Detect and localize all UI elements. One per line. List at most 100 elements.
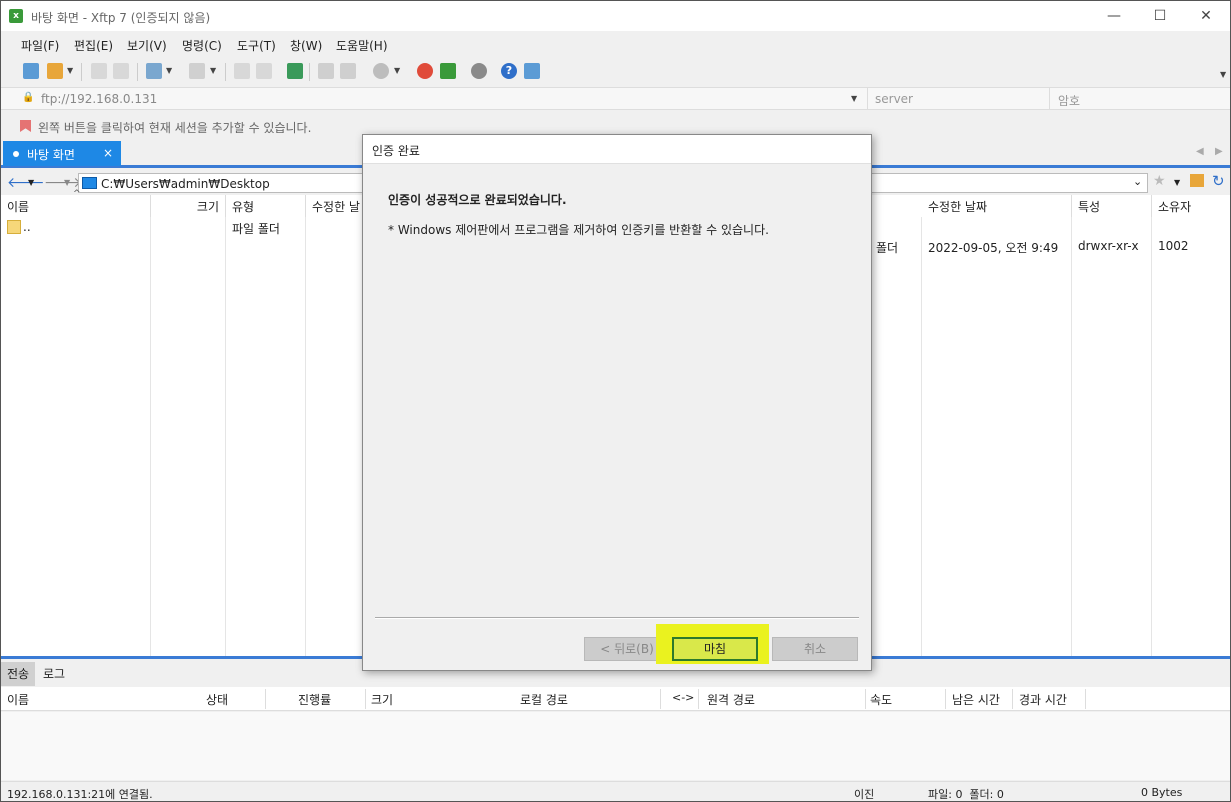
tab-scroll-left-icon[interactable]: ◀ — [1196, 146, 1204, 157]
dialog-title: 인증 완료 — [372, 144, 420, 158]
tab-log[interactable]: 로그 — [37, 662, 71, 686]
menu-edit[interactable]: 편집(E) — [74, 37, 113, 54]
remote-col-attr[interactable]: 특성 — [1072, 195, 1152, 217]
col-label: 수정한 날 — [312, 200, 360, 214]
remote-path-input[interactable]: ⌄ — [870, 173, 1148, 193]
app-window: x 바탕 화면 - Xftp 7 (인증되지 않음) — ☐ ✕ 파일(F) 편… — [0, 0, 1231, 802]
sort-up-icon: ^ — [73, 189, 81, 199]
dialog-separator — [375, 617, 859, 619]
upload-icon[interactable] — [234, 63, 250, 79]
xshell-icon[interactable] — [417, 63, 433, 79]
local-path-text: C:₩Users₩admin₩Desktop — [101, 177, 270, 191]
chevron-down-icon[interactable]: ▼ — [1174, 178, 1180, 187]
connection-status: 192.168.0.131:21에 연결됨. — [7, 788, 153, 801]
new-session-icon[interactable] — [23, 63, 39, 79]
chevron-down-icon[interactable]: ▼ — [210, 66, 216, 75]
menu-tools[interactable]: 도구(T) — [237, 37, 276, 54]
dialog-title-bar: 인증 완료 — [363, 135, 871, 164]
xftp-icon[interactable] — [440, 63, 456, 79]
table-row[interactable]: 폴더 2022-09-05, 오전 9:49 drwxr-xr-x 1002 — [870, 237, 1230, 257]
transfer-header: 이름 상태 진행률 크기 로컬 경로 <-> 원격 경로 속도 남은 시간 경과… — [1, 687, 1230, 711]
row-type: 파일 폴더 — [232, 222, 280, 236]
local-col-modified[interactable]: 수정한 날 — [306, 195, 362, 217]
menu-help[interactable]: 도움말(H) — [336, 37, 388, 54]
transfer-col-size[interactable]: 크기 — [371, 691, 393, 708]
menu-command[interactable]: 명령(C) — [182, 37, 222, 54]
menu-window[interactable]: 창(W) — [290, 37, 322, 54]
address-bar: 🔒 ftp://192.168.0.131 ▼ server 암호 — [1, 87, 1230, 110]
row-name: .. — [23, 220, 31, 234]
password-input[interactable]: 암호 — [1058, 92, 1080, 109]
remote-col-owner[interactable]: 소유자 — [1152, 195, 1230, 217]
path-dropdown-icon[interactable]: ⌄ — [1133, 175, 1142, 188]
host-input[interactable]: ftp://192.168.0.131 — [41, 92, 157, 106]
transfer-col-status[interactable]: 상태 — [206, 691, 228, 708]
transfer-col-elapsed[interactable]: 경과 시간 — [1019, 691, 1067, 708]
local-path-input[interactable]: C:₩Users₩admin₩Desktop — [78, 173, 368, 193]
connect-icon[interactable] — [91, 63, 107, 79]
dialog-heading: 인증이 성공적으로 완료되었습니다. — [388, 193, 567, 207]
transfer-col-progress[interactable]: 진행률 — [298, 691, 331, 708]
tab-desktop[interactable]: 바탕 화면 × — [3, 141, 121, 166]
transfer-col-remote-path[interactable]: 원격 경로 — [707, 691, 755, 708]
chevron-down-icon[interactable]: ▼ — [166, 66, 172, 75]
refresh-icon[interactable]: ↻ — [1212, 172, 1225, 190]
download-icon[interactable] — [256, 63, 272, 79]
local-col-type[interactable]: 유형 — [226, 195, 306, 217]
session-hint-text: 왼쪽 버튼을 클릭하여 현재 세션을 추가할 수 있습니다. — [38, 121, 312, 135]
help-icon[interactable]: ? — [501, 63, 517, 79]
home-folder-icon[interactable] — [1190, 174, 1204, 187]
transfer-col-speed[interactable]: 속도 — [870, 691, 892, 708]
chevron-down-icon[interactable]: ▼ — [64, 178, 70, 187]
close-window-button[interactable]: ✕ — [1183, 1, 1229, 31]
copy-icon[interactable] — [318, 63, 334, 79]
transfer-col-name[interactable]: 이름 — [7, 691, 29, 708]
paste-icon[interactable] — [340, 63, 356, 79]
table-row[interactable]: .. 파일 폴더 — [1, 218, 362, 238]
lock-icon: 🔒 — [22, 92, 35, 103]
menu-bar: 파일(F) 편집(E) 보기(V) 명령(C) 도구(T) 창(W) 도움말(H… — [1, 32, 1230, 57]
chat-icon[interactable] — [524, 63, 540, 79]
minimize-button[interactable]: — — [1091, 1, 1137, 31]
col-label: 유형 — [232, 200, 255, 214]
toolbar-overflow-icon[interactable]: ▼ — [1220, 70, 1226, 79]
gear-icon[interactable] — [471, 63, 487, 79]
chevron-down-icon[interactable]: ▼ — [28, 178, 34, 187]
chevron-down-icon[interactable]: ▼ — [394, 66, 400, 75]
tab-transfer[interactable]: 전송 — [1, 662, 36, 686]
transfer-col-remaining[interactable]: 남은 시간 — [952, 691, 1000, 708]
menu-file[interactable]: 파일(F) — [21, 37, 59, 54]
username-input[interactable]: server — [875, 92, 913, 106]
tab-close-icon[interactable]: × — [103, 146, 113, 160]
remote-file-pane: 수정한 날짜 특성 소유자 폴더 2022-09-05, 오전 9:49 drw… — [870, 195, 1230, 659]
sync-icon[interactable] — [287, 63, 303, 79]
window-title: 바탕 화면 - Xftp 7 (인증되지 않음) — [31, 11, 211, 25]
status-bar: 192.168.0.131:21에 연결됨. 이진 파일: 0 폴더: 0 0 … — [1, 781, 1230, 801]
disconnect-icon[interactable] — [113, 63, 129, 79]
cancel-button[interactable]: 취소 — [772, 637, 858, 661]
transfer-mode: 이진 — [854, 788, 875, 801]
transfer-col-local-path[interactable]: 로컬 경로 — [520, 691, 568, 708]
back-arrow-icon[interactable]: 🡐 — [7, 174, 45, 191]
toolbar-separator — [137, 63, 138, 81]
toolbar-separator — [225, 63, 226, 81]
local-col-size[interactable]: 크기 — [151, 195, 226, 217]
maximize-button[interactable]: ☐ — [1137, 1, 1183, 31]
open-folder-icon[interactable] — [47, 63, 63, 79]
globe-icon[interactable] — [373, 63, 389, 79]
tab-scroll-right-icon[interactable]: ▶ — [1215, 146, 1223, 157]
col-divider — [225, 217, 226, 659]
row-modified: 2022-09-05, 오전 9:49 — [928, 241, 1059, 255]
favorite-star-icon[interactable]: ★ — [1153, 173, 1166, 189]
col-divider — [305, 217, 306, 659]
remote-col-modified[interactable]: 수정한 날짜 — [922, 195, 1072, 217]
transfer-col-direction[interactable]: <-> — [672, 691, 694, 704]
finish-button[interactable]: 마침 — [672, 637, 758, 661]
menu-view[interactable]: 보기(V) — [127, 37, 167, 54]
transfer-icon[interactable] — [189, 63, 205, 79]
row-attr: drwxr-xr-x — [1078, 239, 1139, 253]
host-dropdown-icon[interactable]: ▼ — [851, 94, 857, 103]
session-properties-icon[interactable] — [146, 63, 162, 79]
file-folder-counts: 파일: 0 폴더: 0 — [928, 788, 1004, 801]
chevron-down-icon[interactable]: ▼ — [67, 66, 73, 75]
